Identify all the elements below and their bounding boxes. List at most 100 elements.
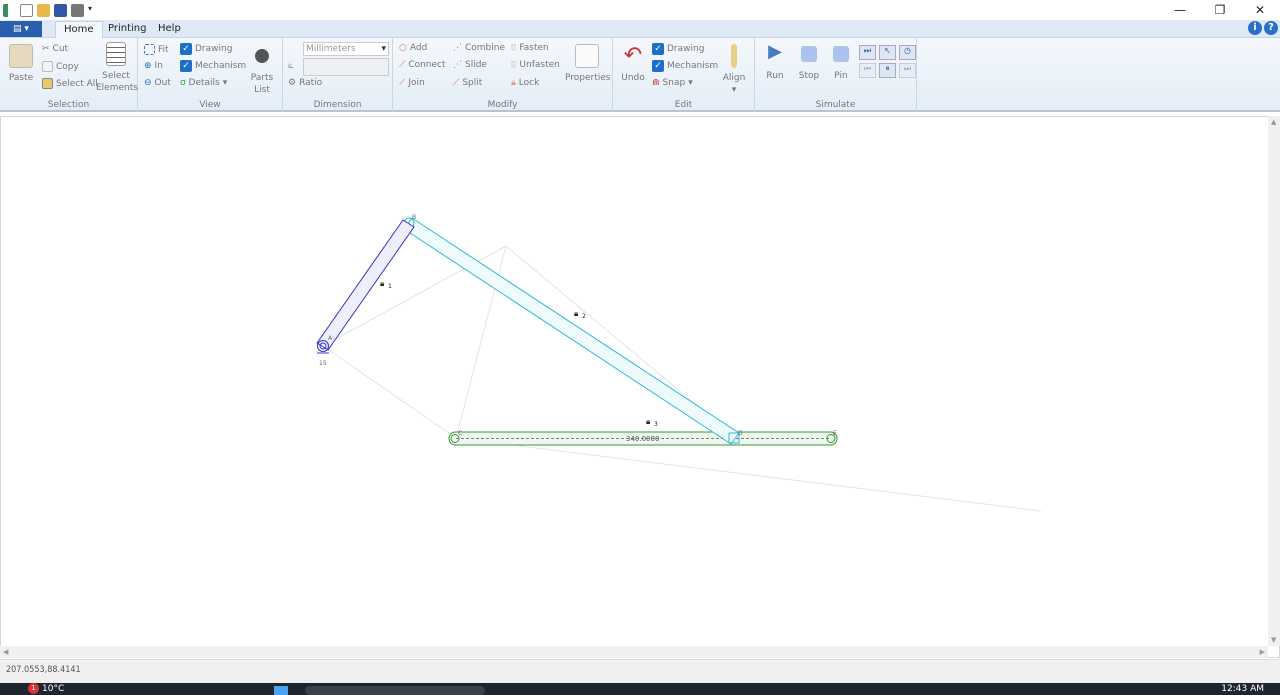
slide-button[interactable]: ⋰ Slide [453,60,487,70]
weather-badge[interactable]: 1 [28,683,39,694]
scroll-down-icon[interactable]: ▼ [1271,636,1276,644]
tab-home[interactable]: Home [55,21,103,38]
zoom-in-button[interactable]: ⊕ In [144,61,163,71]
print-icon[interactable] [71,3,84,17]
horizontal-scrollbar[interactable]: ◀ ▶ [0,646,1268,658]
join-button[interactable]: ⟋ Join [399,78,425,88]
fit-label: Fit [158,44,169,55]
combine-button[interactable]: ⋰ Combine [453,43,505,53]
cursor-icon[interactable]: ↖ [879,45,896,60]
search-box[interactable] [305,686,485,695]
scroll-up-icon[interactable]: ▲ [1271,118,1276,126]
new-icon[interactable] [20,3,33,17]
tab-help[interactable]: Help [150,21,189,38]
close-button[interactable]: ✕ [1240,0,1280,20]
view-mechanism-checkbox[interactable]: ✓ Mechanism [180,60,246,72]
link-1-lock-icon: 🔒︎ [380,279,384,288]
select-elements-button[interactable]: Select Elements [96,42,138,94]
restore-button[interactable]: ❐ [1200,0,1240,20]
ribbon-tabs: ▤ ▾ Home Printing Help i? [0,20,1280,38]
tab-printing[interactable]: Printing [100,21,154,38]
rewind-icon[interactable]: ⏮ [859,63,876,78]
parts-list-label: Parts List [250,73,274,95]
group-label: Simulate [815,100,856,110]
taskbar: 1 10°C 12:43 AM [0,683,1280,695]
start-icon[interactable] [274,686,288,695]
pin-icon [833,46,849,62]
snap-dropdown[interactable]: ⋒ Snap ▾ [652,78,693,88]
split-button[interactable]: ⟋ Split [453,78,482,88]
dimension-axis-icon: ⟀ [288,60,294,71]
copy-button[interactable]: Copy [42,61,79,72]
dimension-label: 340.0000 [626,435,659,443]
edit-drawing-checkbox[interactable]: ✓ Drawing [652,43,704,55]
open-icon[interactable] [37,3,50,17]
zoom-out-button[interactable]: ⊖ Out [144,78,171,88]
align-icon [731,44,737,68]
properties-label: Properties [565,73,611,83]
dimension-value-input[interactable] [303,58,389,76]
link-1[interactable] [316,219,415,354]
undo-button[interactable]: ↶ Undo [617,44,649,84]
stop-button[interactable]: Stop [795,46,823,82]
application-menu-button[interactable]: ▤ ▾ [0,21,42,37]
scroll-right-icon[interactable]: ▶ [1260,648,1265,656]
minimize-button[interactable]: — [1160,0,1200,20]
lock-button[interactable]: 🔒︎ Lock [511,78,539,88]
add-button[interactable]: ○ Add [399,43,427,53]
save-icon[interactable] [54,3,67,17]
link-2-lock-icon: 🔒︎ [574,309,578,318]
chevron-down-icon: ▾ [688,78,693,88]
fit-icon [144,44,155,55]
split-icon: ⟋ [453,78,460,88]
scroll-left-icon[interactable]: ◀ [3,648,8,656]
edit-mechanism-checkbox[interactable]: ✓ Mechanism [652,60,718,72]
join-label: Join [408,78,425,88]
fit-button[interactable]: Fit [144,44,169,55]
step-icon[interactable]: ⏭ [899,63,916,78]
play-icon: ▶ [768,41,782,62]
pin-button[interactable]: Pin [827,46,855,82]
ratio-button[interactable]: ⚙ Ratio [288,78,322,88]
combine-icon: ⋰ [453,43,462,53]
paste-button[interactable]: Paste [6,44,36,84]
details-dropdown[interactable]: ơ Details ▾ [180,78,227,88]
vertical-scrollbar[interactable]: ▲ ▼ [1268,116,1280,646]
customize-icon[interactable]: ▾ [88,4,94,17]
weather-text[interactable]: 10°C [42,684,64,694]
stop-label: Stop [798,71,820,81]
mechanism-label: Mechanism [195,61,247,71]
link-3-lock-icon: 🔒︎ [646,417,650,426]
copy-icon [42,61,53,72]
drawing-canvas[interactable]: A B C D E 15 340.0000 🔒︎ 1 🔒︎ 2 🔒︎ 3 [0,116,1280,658]
parts-list-button[interactable]: Parts List [246,44,278,96]
magnet-icon: ⋒ [652,78,660,88]
clock-icon[interactable]: ◷ [899,45,916,60]
info-icon[interactable]: i [1248,21,1262,35]
checkbox-checked-icon: ✓ [652,43,664,55]
split-label: Split [462,78,483,88]
step-forward-icon[interactable]: ⏭ [859,45,876,60]
unfasten-button[interactable]: ⌷ Unfasten [511,60,560,70]
link-3-label: 3 [654,421,658,428]
link-2[interactable] [403,217,740,445]
connect-button[interactable]: ⟋ Connect [399,60,446,70]
properties-button[interactable]: Properties [565,44,611,84]
undo-label: Undo [621,73,645,83]
align-button[interactable]: Align ▾ [719,44,749,96]
parts-icon [250,44,274,68]
cut-button[interactable]: ✂ Cut [42,44,68,54]
select-all-button[interactable]: Select All [42,78,98,89]
unfasten-label: Unfasten [519,60,560,70]
paste-label: Paste [8,73,34,83]
details-label: Details [188,78,220,88]
checkbox-checked-icon: ✓ [180,43,192,55]
help-icon[interactable]: ? [1264,21,1278,35]
view-drawing-checkbox[interactable]: ✓ Drawing [180,43,232,55]
checkbox-checked-icon: ✓ [652,60,664,72]
run-button[interactable]: ▶ Run [761,41,789,82]
lock-icon: 🔒︎ [511,78,516,88]
fasten-button[interactable]: ⌷ Fasten [511,43,549,53]
pause-icon[interactable]: ⏸ [879,63,896,78]
units-select[interactable]: Millimeters ▾ [303,42,389,56]
